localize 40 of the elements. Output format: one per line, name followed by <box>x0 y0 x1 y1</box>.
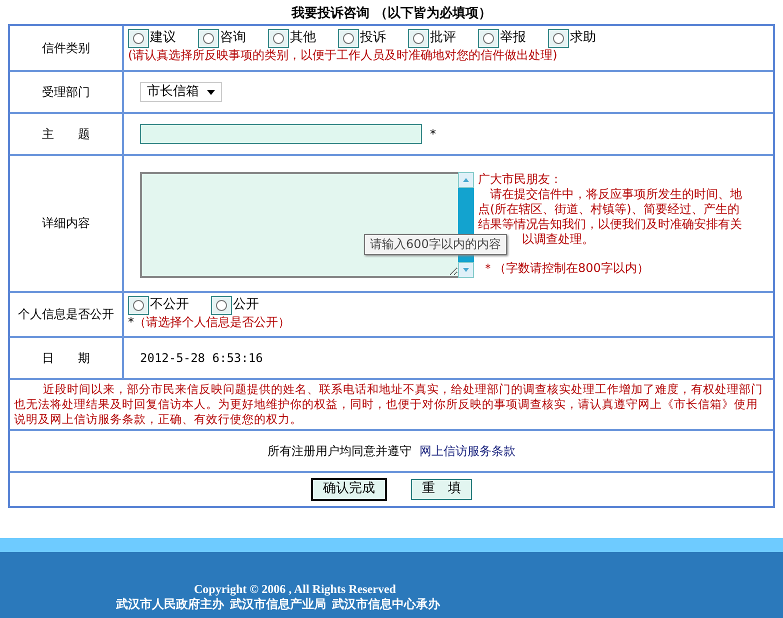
notice-text: 近段时间以来，部分市民来信反映问题提供的姓名、联系电话和地址不真实，给处理部门的调查核实处理工作增加了难度，有权处理部门也无法将处理结果及时回复信访本人。为更好地维护你的权益，同时，也便于对你所反映的事项调查核实，请认真遵守网上《市长信箱》使用说明及网上信访服务条款，正确、有效行使您的权力。 <box>13 381 764 428</box>
radio-option[interactable]: 公开 <box>211 296 259 315</box>
radio-option[interactable]: 投诉 <box>338 29 386 48</box>
hint-text: 请在提交信件中，将反应事项所发生的时间、地 <box>489 187 742 202</box>
copyright-text: Copyright © 2006 , All Rights Reserved <box>194 582 396 597</box>
hint-text: （请选择个人信息是否公开） <box>134 315 290 329</box>
limit-note: ＊（字数请控制在800字以内） <box>482 261 649 276</box>
required-mark: * <box>128 315 134 329</box>
date-value: 2012-5-28 6:53:16 <box>140 350 263 366</box>
department-select[interactable]: 市长信箱 <box>140 82 222 102</box>
scroll-up-icon[interactable] <box>462 177 470 183</box>
form-title: 我要投诉咨询 （以下皆为必填项） <box>290 4 492 23</box>
field-label: 个人信息是否公开 <box>18 307 114 322</box>
organizer-text: 武汉市人民政府主办 武汉市信息产业局 武汉市信息中心承办 <box>116 597 440 612</box>
radio-option[interactable]: 求助 <box>548 29 596 48</box>
field-label: 信件类别 <box>42 40 90 56</box>
required-mark: * <box>430 126 436 142</box>
field-label: 详细内容 <box>42 216 90 231</box>
terms-link[interactable]: 网上信访服务条款 <box>420 444 516 458</box>
radio-option[interactable]: 咨询 <box>198 29 246 48</box>
field-label: 日 期 <box>42 350 90 366</box>
submit-button[interactable]: 确认完成 <box>311 478 387 501</box>
hint-text: (请认真选择所反映事项的类别，以便于工作人员及时准确地对您的信件做出处理) <box>128 48 558 63</box>
radio-option[interactable]: 不公开 <box>128 296 189 315</box>
field-label: 受理部门 <box>42 84 90 100</box>
tooltip: 请输入600字以内的内容 <box>364 234 507 255</box>
hint-text: 点(所在辖区、街道、村镇等)、简要经过、产生的 <box>478 202 740 217</box>
radio-option[interactable]: 其他 <box>268 29 316 48</box>
reset-button[interactable]: 重 填 <box>411 479 472 500</box>
radio-option[interactable]: 建议 <box>128 29 176 48</box>
hint-text: 以调查处理。 <box>522 232 594 247</box>
field-label: 主 题 <box>42 126 90 142</box>
caret-icon <box>207 90 215 94</box>
hint-text: 结果等情况告知我们，以便我们及时准确安排有关 <box>478 217 742 232</box>
radio-option[interactable]: 批评 <box>408 29 456 48</box>
agreement-text: 所有注册用户均同意并遵守 <box>268 444 412 458</box>
scroll-down-icon[interactable] <box>462 267 470 273</box>
radio-option[interactable]: 举报 <box>478 29 526 48</box>
hint-text: 广大市民朋友： <box>478 172 562 187</box>
subject-field[interactable] <box>140 124 422 144</box>
